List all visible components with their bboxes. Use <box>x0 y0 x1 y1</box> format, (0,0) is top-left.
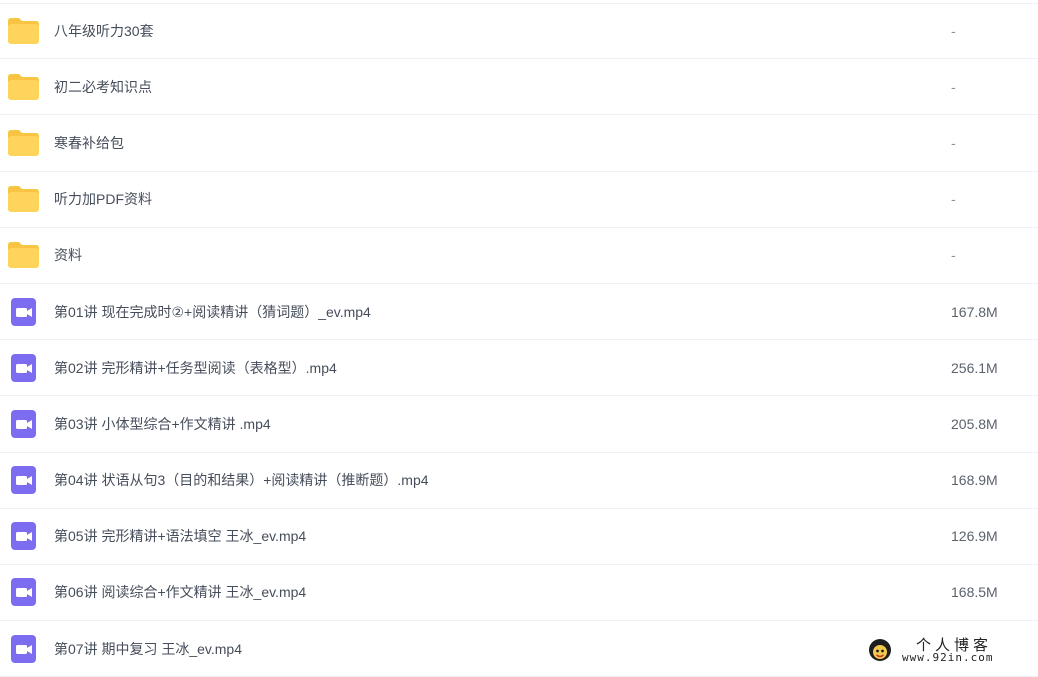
file-row[interactable]: 第04讲 状语从句3（目的和结果）+阅读精讲（推断题）.mp4 168.9M <box>0 453 1038 509</box>
folder-icon <box>8 73 39 100</box>
video-file-icon <box>7 634 40 664</box>
file-size: 167.8M <box>951 303 998 320</box>
file-size: - <box>951 191 956 208</box>
file-size: 205.8M <box>951 415 998 432</box>
file-name[interactable]: 第04讲 状语从句3（目的和结果）+阅读精讲（推断题）.mp4 <box>54 470 429 490</box>
video-file-icon <box>11 353 36 382</box>
video-file-icon <box>11 466 36 495</box>
file-name[interactable]: 八年级听力30套 <box>54 21 154 41</box>
file-size: - <box>951 78 956 95</box>
video-file-icon <box>11 522 36 551</box>
file-name[interactable]: 初二必考知识点 <box>54 77 152 97</box>
folder-icon <box>7 184 40 214</box>
folder-icon <box>8 129 39 156</box>
video-file-icon <box>11 409 36 438</box>
folder-icon <box>8 186 39 213</box>
file-row[interactable]: 第05讲 完形精讲+语法填空 王冰_ev.mp4 126.9M <box>0 509 1038 565</box>
file-size: - <box>951 247 956 264</box>
folder-icon <box>8 242 39 269</box>
folder-row[interactable]: 听力加PDF资料 - <box>0 172 1038 228</box>
file-size: - <box>951 23 956 40</box>
file-row[interactable]: 第02讲 完形精讲+任务型阅读（表格型）.mp4 256.1M <box>0 340 1038 397</box>
video-file-icon <box>11 634 36 663</box>
file-row[interactable]: 第03讲 小体型综合+作文精讲 .mp4 205.8M <box>0 396 1038 453</box>
file-size: 256.1M <box>951 359 998 376</box>
folder-icon <box>7 128 40 158</box>
folder-icon <box>7 16 40 46</box>
file-row[interactable]: 第01讲 现在完成时②+阅读精讲（猜词题）_ev.mp4 167.8M <box>0 284 1038 341</box>
folder-icon <box>7 240 40 270</box>
video-file-icon <box>11 297 36 326</box>
file-name[interactable]: 资料 <box>54 245 82 265</box>
file-row[interactable]: 第06讲 阅读综合+作文精讲 王冰_ev.mp4 168.5M <box>0 565 1038 622</box>
folder-icon <box>7 72 40 102</box>
file-name[interactable]: 听力加PDF资料 <box>54 189 152 209</box>
video-file-icon <box>7 577 40 607</box>
video-file-icon <box>11 578 36 607</box>
folder-row[interactable]: 资料 - <box>0 228 1038 284</box>
file-size: 168.5M <box>951 584 998 601</box>
watermark: 个人博客 www.92in.com <box>866 634 1026 668</box>
file-size: 168.9M <box>951 472 998 489</box>
folder-row[interactable]: 初二必考知识点 - <box>0 59 1038 116</box>
video-file-icon <box>7 353 40 383</box>
folder-row[interactable]: 八年级听力30套 - <box>0 3 1038 60</box>
file-size: 126.9M <box>951 528 998 545</box>
file-name[interactable]: 第03讲 小体型综合+作文精讲 .mp4 <box>54 414 271 434</box>
video-file-icon <box>7 297 40 327</box>
avatar-icon <box>869 639 891 661</box>
file-name[interactable]: 第01讲 现在完成时②+阅读精讲（猜词题）_ev.mp4 <box>54 302 371 322</box>
video-file-icon <box>7 409 40 439</box>
file-name[interactable]: 第06讲 阅读综合+作文精讲 王冰_ev.mp4 <box>54 582 306 602</box>
file-list: 八年级听力30套 - 初二必考知识点 - 寒春补给包 - 听力加PDF资料 - 资料 - 第01讲 … <box>0 3 1038 677</box>
file-size: - <box>951 134 956 151</box>
file-name[interactable]: 第07讲 期中复习 王冰_ev.mp4 <box>54 639 242 659</box>
file-name[interactable]: 第05讲 完形精讲+语法填空 王冰_ev.mp4 <box>54 526 306 546</box>
file-name[interactable]: 寒春补给包 <box>54 133 124 153</box>
video-file-icon <box>7 521 40 551</box>
file-name[interactable]: 第02讲 完形精讲+任务型阅读（表格型）.mp4 <box>54 358 337 378</box>
folder-icon <box>8 18 39 45</box>
video-file-icon <box>7 465 40 495</box>
folder-row[interactable]: 寒春补给包 - <box>0 115 1038 172</box>
watermark-url: www.92in.com <box>902 651 994 664</box>
